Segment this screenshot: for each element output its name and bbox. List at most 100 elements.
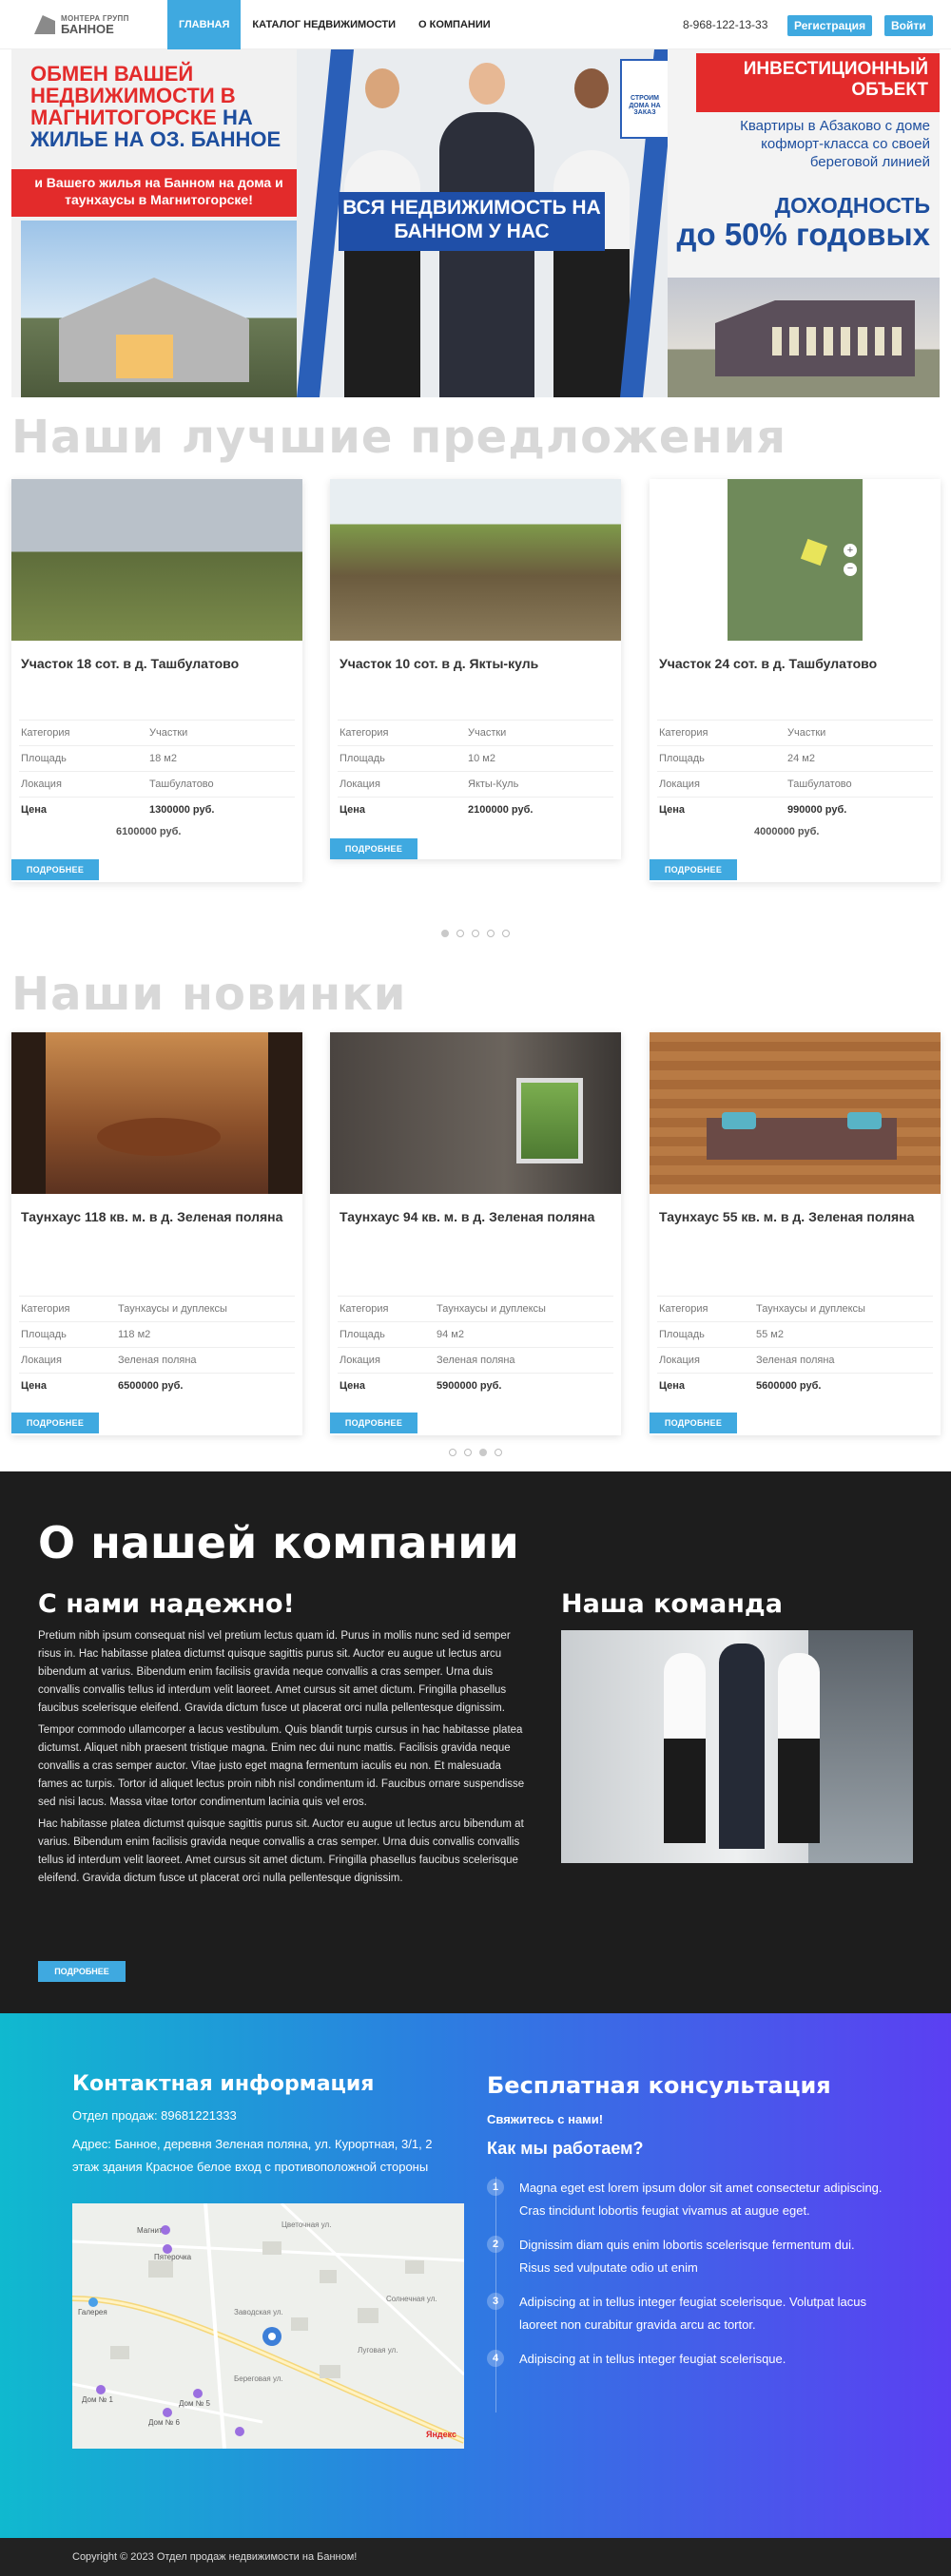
header-phone[interactable]: 8-968-122-13-33 [683,18,767,31]
site-footer: Copyright © 2023 Отдел продаж недвижимос… [0,2538,951,2576]
map-label: Пятерочка [154,2253,192,2261]
nav-item-home[interactable]: ГЛАВНАЯ [167,0,242,49]
banner-investment-sub: Квартиры в Абзаково с доме кофморт-класс… [740,118,930,170]
best-card-2[interactable]: Участок 10 сот. в д. Якты-куль Категория… [330,479,621,859]
map-roads [72,2203,464,2449]
card-title[interactable]: Участок 10 сот. в д. Якты-куль [340,654,611,674]
more-button[interactable]: ПОДРОБНЕЕ [11,859,99,880]
about-paragraph: Pretium nibh ipsum consequat nisl vel pr… [38,1630,511,1714]
carousel-dot[interactable] [449,1449,456,1456]
card-photo [11,479,302,641]
card-photo [330,479,621,641]
banner-exchange-note: и Вашего жилья на Банном на дома и таунх… [11,169,306,217]
more-button[interactable]: ПОДРОБНЕЕ [650,859,737,880]
map-snapshot: + − [728,479,863,641]
map-label: Заводская ул. [234,2308,283,2316]
news-card-3[interactable]: Таунхаус 55 кв. м. в д. Зеленая поляна К… [650,1032,941,1435]
card-title[interactable]: Участок 18 сот. в д. Ташбулатово [21,654,293,674]
zoom-out-icon[interactable]: − [844,563,857,576]
carousel-dot[interactable] [464,1449,472,1456]
news-carousel-dots [0,1449,951,1456]
team-photo [561,1630,913,1863]
map-label: Дом № 1 [82,2395,113,2404]
step-item: 1 Magna eget est lorem ipsum dolor sit am… [487,2177,886,2222]
about-section: О нашей компании С нами надежно! Наша ко… [0,1471,951,2013]
about-paragraph: Tempor commodo ullamcorper a lacus vesti… [38,1724,525,1808]
card-title[interactable]: Участок 24 сот. в д. Ташбулатово [659,654,931,674]
logo[interactable]: МОНТЕРА ГРУПП БАННОЕ [34,11,129,38]
more-button[interactable]: ПОДРОБНЕЕ [11,1413,99,1433]
copyright: Copyright © 2023 Отдел продаж недвижимос… [72,2551,358,2563]
card-title[interactable]: Таунхаус 118 кв. м. в д. Зеленая поляна [21,1207,293,1227]
banner-yield-line1: ДОХОДНОСТЬ [774,193,930,218]
carousel-dot[interactable] [487,930,495,937]
banner-build-sign: СТРОИМ ДОМА НА ЗАКАЗ [620,59,670,139]
card-title[interactable]: Таунхаус 55 кв. м. в д. Зеленая поляна [659,1207,931,1227]
site-header: МОНТЕРА ГРУПП БАННОЕ ГЛАВНАЯ КАТАЛОГ НЕД… [0,0,951,49]
best-carousel-dots [0,930,951,937]
banner-house-image [21,221,306,397]
banner-yield: ДОХОДНОСТЬ до 50% годовых [676,193,930,253]
more-button[interactable]: ПОДРОБНЕЕ [650,1413,737,1433]
map-label: Галерея [78,2308,107,2316]
contact-map[interactable]: Магнит Пятерочка Галерея Цветочная ул. С… [72,2203,464,2449]
banner-all-property: ВСЯ НЕДВИЖИМОСТЬ НА БАННОМ У НАС [339,192,605,251]
banner-left-panel: ОБМЕН ВАШЕЙ НЕДВИЖИМОСТИ В МАГНИТОГОРСКЕ… [11,49,316,397]
best-offers-title: Наши лучшие предложения [11,411,787,464]
best-card-3[interactable]: + − Участок 24 сот. в д. Ташбулатово Кат… [650,479,941,882]
how-we-work-title: Как мы работаем? [487,2139,644,2158]
card-photo [11,1032,302,1194]
card-props: Категория Участки Площадь 24 м2 Локация Таш… [657,720,933,822]
more-button[interactable]: ПОДРОБНЕЕ [330,1413,417,1433]
zoom-in-icon[interactable]: + [844,544,857,557]
banner-investment-title: ИНВЕСТИЦИОННЫЙ ОБЪЕКТ [696,53,940,112]
card-props: Категория Таунхаусы и дуплексы Площадь 94 … [338,1296,613,1398]
hero-banner[interactable]: ОБМЕН ВАШЕЙ НЕДВИЖИМОСТИ В МАГНИТОГОРСКЕ… [11,49,940,397]
card-title[interactable]: Таунхаус 94 кв. м. в д. Зеленая поляна [340,1207,611,1227]
login-button[interactable]: Войти [884,15,933,36]
step-item: 2 Dignissim diam quis enim lobortis scele… [487,2234,886,2279]
card-photo [330,1032,621,1194]
more-button[interactable]: ПОДРОБНЕЕ [330,838,417,859]
map-label: Солнечная ул. [386,2295,437,2303]
map-label: Дом № 6 [148,2418,180,2427]
banner-right-panel: ИНВЕСТИЦИОННЫЙ ОБЪЕКТ Квартиры в Абзаков… [668,49,940,397]
carousel-dot[interactable] [479,1449,487,1456]
about-text: Pretium nibh ipsum consequat nisl vel pr… [38,1627,533,1892]
carousel-dot[interactable] [456,930,464,937]
best-card-1[interactable]: Участок 18 сот. в д. Ташбулатово Категор… [11,479,302,882]
card-ghost-price: 4000000 руб. [754,826,820,837]
register-button[interactable]: Регистрация [787,15,873,36]
about-more-button[interactable]: ПОДРОБНЕЕ [38,1961,126,1982]
card-props: Категория Участки Площадь 10 м2 Локация Якт… [338,720,613,822]
reliable-heading: С нами надежно! [38,1589,295,1619]
steps-list: 1 Magna eget est lorem ipsum dolor sit am… [487,2177,886,2413]
main-nav: ГЛАВНАЯ КАТАЛОГ НЕДВИЖИМОСТИ О КОМПАНИИ [167,0,502,49]
card-photo: + − [650,479,941,641]
carousel-dot[interactable] [495,1449,502,1456]
banner-building-image [668,278,940,397]
contact-phone[interactable]: Отдел продаж: 89681221333 [72,2105,462,2127]
card-props: Категория Участки Площадь 18 м2 Локация Таш… [19,720,295,822]
news-card-1[interactable]: Таунхаус 118 кв. м. в д. Зеленая поляна … [11,1032,302,1435]
carousel-dot[interactable] [502,930,510,937]
logo-line2: БАННОЕ [61,21,114,36]
consult-title: Бесплатная консультация [487,2072,831,2099]
card-props: Категория Таунхаусы и дуплексы Площадь 118… [19,1296,295,1398]
banner-yield-line2: до 50% годовых [676,217,930,253]
map-label: Магнит [137,2226,163,2235]
carousel-dot[interactable] [441,930,449,937]
card-props: Категория Таунхаусы и дуплексы Площадь 55 … [657,1296,933,1398]
new-offers-title: Наши новинки [11,968,407,1021]
news-card-2[interactable]: Таунхаус 94 кв. м. в д. Зеленая поляна К… [330,1032,621,1435]
about-title: О нашей компании [38,1517,519,1568]
map-label: Цветочная ул. [281,2220,332,2229]
nav-item-about[interactable]: О КОМПАНИИ [407,0,502,49]
carousel-dot[interactable] [472,930,479,937]
map-label: Луговая ул. [358,2346,398,2355]
yandex-logo[interactable]: Яндекс [426,2430,456,2439]
step-item: 4 Adipiscing at in tellus integer feugiat… [487,2348,886,2371]
step-item: 3 Adipiscing at in tellus integer feugiat… [487,2291,886,2336]
nav-item-catalog[interactable]: КАТАЛОГ НЕДВИЖИМОСТИ [241,0,407,49]
contact-title: Контактная информация [72,2072,375,2096]
